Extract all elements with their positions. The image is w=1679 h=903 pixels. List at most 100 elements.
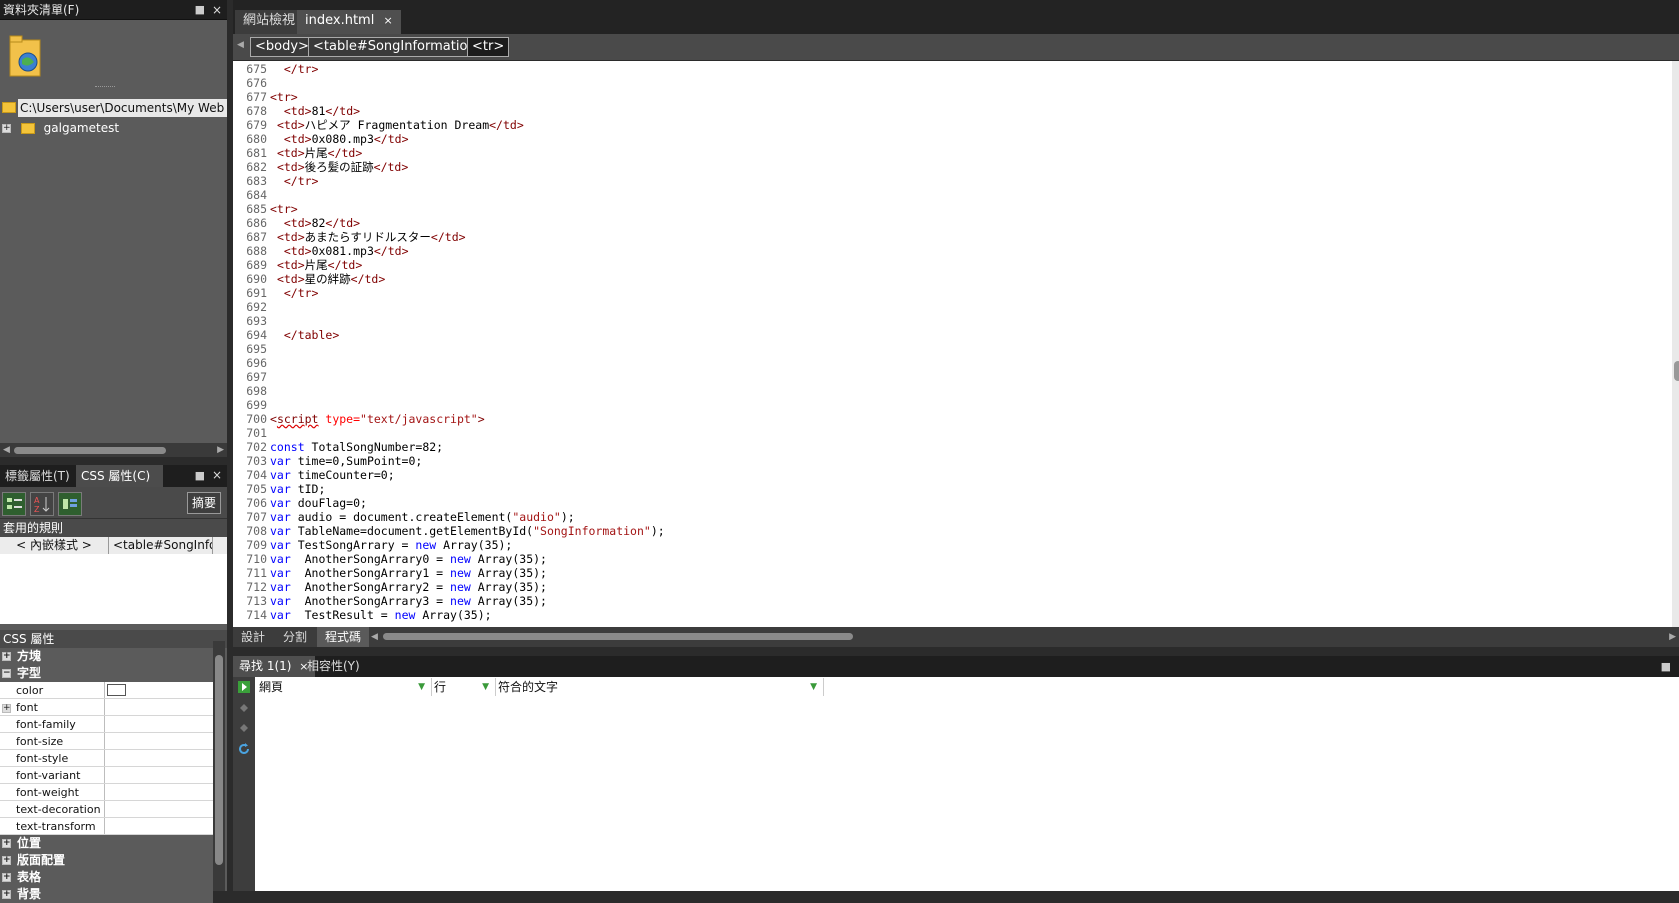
prop-value[interactable] xyxy=(105,699,206,715)
code-line[interactable]: 677 <tr> xyxy=(233,90,1672,104)
css-properties-vertical-scrollbar[interactable] xyxy=(213,641,225,891)
prop-color[interactable]: color xyxy=(0,682,213,699)
code-line[interactable]: 683 </tr> xyxy=(233,174,1672,188)
code-line[interactable]: 680 <td>0x080.mp3</td> xyxy=(233,132,1672,146)
code-line[interactable]: 687 <td>あまたらすリドルスター</td> xyxy=(233,230,1672,244)
code-vertical-scrollbar[interactable] xyxy=(1672,61,1679,627)
prop-value[interactable] xyxy=(105,733,206,749)
scrollbar-thumb[interactable] xyxy=(1674,361,1679,381)
category-layout[interactable]: + 版面配置 xyxy=(0,852,213,869)
prop-value[interactable] xyxy=(105,682,206,698)
breadcrumb-table[interactable]: <table#SongInformation> xyxy=(308,37,492,57)
expand-icon[interactable]: + xyxy=(2,890,11,899)
expand-icon[interactable]: + xyxy=(2,839,11,848)
folder-horizontal-scrollbar[interactable]: ◀ ▶ xyxy=(0,443,227,457)
pin-icon[interactable]: ■ xyxy=(1661,660,1671,673)
scroll-left-icon[interactable]: ◀ xyxy=(371,630,378,644)
code-line[interactable]: 705 var tID; xyxy=(233,482,1672,496)
pin-icon[interactable]: ■ xyxy=(195,469,205,482)
summary-button[interactable]: 摘要 xyxy=(187,492,221,514)
code-line[interactable]: 689 <td>片尾</td> xyxy=(233,258,1672,272)
expand-icon[interactable]: + xyxy=(2,873,11,882)
code-line[interactable]: 686 <td>82</td> xyxy=(233,216,1672,230)
column-line[interactable]: 行 ▼ xyxy=(432,678,496,696)
code-line[interactable]: 690 <td>星の絆跡</td> xyxy=(233,272,1672,286)
splitter-grip[interactable] xyxy=(95,86,115,88)
scrollbar-thumb[interactable] xyxy=(215,655,223,865)
close-icon[interactable]: × xyxy=(212,0,222,20)
category-font[interactable]: − 字型 xyxy=(0,665,213,682)
applied-rule-row[interactable]: < 內嵌樣式 > <table#SongInfor... xyxy=(0,537,227,554)
prop-font[interactable]: + font xyxy=(0,699,213,716)
next-result-icon[interactable] xyxy=(238,722,250,734)
prop-font-family[interactable]: font-family xyxy=(0,716,213,733)
breadcrumb-tr[interactable]: <tr> xyxy=(467,37,510,57)
show-set-properties-button[interactable] xyxy=(58,492,82,516)
code-line[interactable]: 681 <td>片尾</td> xyxy=(233,146,1672,160)
code-line[interactable]: 678 <td>81</td> xyxy=(233,104,1672,118)
code-line[interactable]: 675 </tr> xyxy=(233,62,1672,76)
code-line[interactable]: 712 var AnotherSongArrary2 = new Array(35… xyxy=(233,580,1672,594)
scroll-right-icon[interactable]: ▶ xyxy=(1669,630,1676,644)
category-table[interactable]: + 表格 xyxy=(0,869,213,886)
prop-text-decoration[interactable]: text-decoration xyxy=(0,801,213,818)
code-line[interactable]: 688 <td>0x081.mp3</td> xyxy=(233,244,1672,258)
code-line[interactable]: 711 var AnotherSongArrary1 = new Array(35… xyxy=(233,566,1672,580)
scroll-left-icon[interactable]: ◀ xyxy=(3,443,10,457)
tab-split[interactable]: 分割 xyxy=(275,627,315,647)
previous-result-icon[interactable] xyxy=(238,702,250,714)
scrollbar-thumb[interactable] xyxy=(14,447,166,454)
prop-text-transform[interactable]: text-transform xyxy=(0,818,213,835)
code-horizontal-scrollbar[interactable]: ◀ ▶ xyxy=(369,630,1679,644)
code-line[interactable]: 682 <td>後ろ髪の証跡</td> xyxy=(233,160,1672,174)
code-line[interactable]: 685 <tr> xyxy=(233,202,1672,216)
code-line[interactable]: 704 var timeCounter=0; xyxy=(233,468,1672,482)
scroll-right-icon[interactable]: ▶ xyxy=(217,443,224,457)
tab-design[interactable]: 設計 xyxy=(233,627,273,647)
code-line[interactable]: 702 const TotalSongNumber=82; xyxy=(233,440,1672,454)
color-swatch[interactable] xyxy=(107,684,126,696)
expand-icon[interactable]: + xyxy=(2,124,11,133)
prop-value[interactable] xyxy=(105,784,206,800)
prop-value[interactable] xyxy=(105,750,206,766)
column-matched-text[interactable]: 符合的文字 ▼ xyxy=(496,678,824,696)
prop-value[interactable] xyxy=(105,716,206,732)
code-line[interactable]: 700 <script type="text/javascript"> xyxy=(233,412,1672,426)
code-line[interactable]: 697 xyxy=(233,370,1672,384)
code-line[interactable]: 695 xyxy=(233,342,1672,356)
close-icon[interactable]: × xyxy=(212,468,222,482)
tree-item-galgametest[interactable]: + galgametest xyxy=(0,119,227,137)
expand-icon[interactable]: + xyxy=(2,856,11,865)
code-line[interactable]: 694 </table> xyxy=(233,328,1672,342)
code-line[interactable]: 676 xyxy=(233,76,1672,90)
show-categorized-button[interactable] xyxy=(2,492,26,516)
code-line[interactable]: 714 var TestResult = new Array(35); xyxy=(233,608,1672,622)
code-line[interactable]: 693 xyxy=(233,314,1672,328)
code-line[interactable]: 710 var AnotherSongArrary0 = new Array(35… xyxy=(233,552,1672,566)
prop-font-variant[interactable]: font-variant xyxy=(0,767,213,784)
code-line[interactable]: 706 var douFlag=0; xyxy=(233,496,1672,510)
tab-site-view[interactable]: 網站檢視 xyxy=(235,10,304,34)
prop-font-style[interactable]: font-style xyxy=(0,750,213,767)
code-line[interactable]: 709 var TestSongArrary = new Array(35); xyxy=(233,538,1672,552)
dropdown-arrow-icon[interactable]: ▼ xyxy=(810,678,817,696)
code-line[interactable]: 684 xyxy=(233,188,1672,202)
prop-font-weight[interactable]: font-weight xyxy=(0,784,213,801)
column-page[interactable]: 網頁 ▼ xyxy=(257,678,432,696)
dropdown-arrow-icon[interactable]: ▼ xyxy=(418,678,425,696)
code-line[interactable]: 703 var time=0,SumPoint=0; xyxy=(233,454,1672,468)
code-line[interactable]: 691 </tr> xyxy=(233,286,1672,300)
collapse-icon[interactable]: − xyxy=(2,669,11,678)
tab-tag-properties[interactable]: 標籤屬性(T) xyxy=(0,465,75,487)
code-line[interactable]: 698 xyxy=(233,384,1672,398)
tab-index-html[interactable]: index.html × xyxy=(297,10,401,34)
close-icon[interactable]: × xyxy=(383,14,392,27)
expand-icon[interactable]: + xyxy=(2,703,11,713)
code-line[interactable]: 696 xyxy=(233,356,1672,370)
code-line[interactable]: 679 <td>ハピメア Fragmentation Dream</td> xyxy=(233,118,1672,132)
prop-value[interactable] xyxy=(105,818,206,834)
refresh-icon[interactable] xyxy=(238,743,250,755)
code-line[interactable]: 707 var audio = document.createElement("a… xyxy=(233,510,1672,524)
tab-css-properties[interactable]: CSS 屬性(C) × xyxy=(76,465,163,505)
tab-compatibility[interactable]: 相容性(Y) xyxy=(301,656,366,677)
